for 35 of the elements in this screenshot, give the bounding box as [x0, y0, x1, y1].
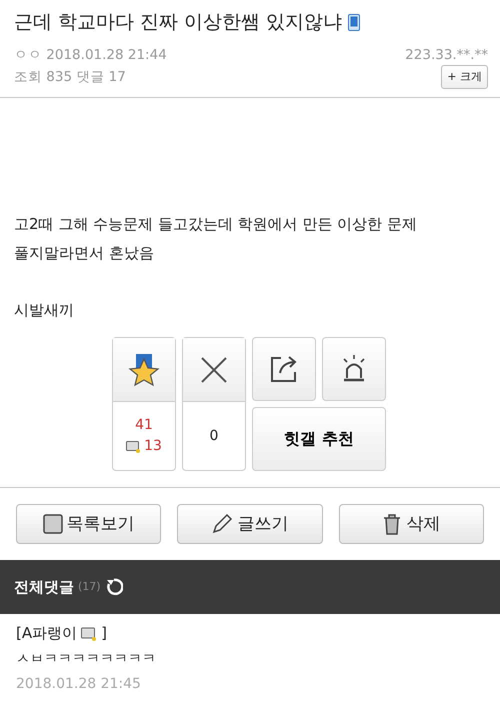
recommend-button[interactable]: 힛갤 추천	[252, 407, 386, 472]
zoom-button[interactable]: + 크게	[441, 64, 488, 90]
report-button[interactable]	[322, 337, 386, 402]
action-button[interactable]: 글쓰기	[177, 504, 323, 544]
comment-text: ㅅㅂㅋㅋㅋㅋㅋㅋㅋㅋ	[16, 650, 157, 669]
list-icon	[42, 514, 63, 534]
star-icon	[128, 352, 160, 387]
comment-date: 2018.01.28 21:45	[16, 674, 142, 694]
trash-icon	[382, 513, 402, 536]
post-title: 근데 학교마다 진짜 이상한쌤 있지않냐	[14, 10, 342, 35]
fixed-user-icon	[81, 626, 98, 640]
view-comment-count: 조회 835 댓글 17	[14, 68, 126, 87]
comments-count: (17)	[78, 579, 101, 595]
comment-author: ]	[101, 623, 107, 644]
upvote-count: 41	[135, 416, 153, 436]
close-icon	[200, 356, 228, 384]
body-text: 시발새끼	[14, 300, 75, 322]
post-author-date: ㅇㅇ 2018.01.28 21:44	[14, 46, 167, 64]
share-icon	[269, 354, 299, 384]
comments-title: 전체댓글	[14, 577, 74, 598]
comment-author: [A파랭이	[16, 623, 78, 644]
body-text: 고2때 그해 수능문제 들고갔는데 학원에서 만든 이상한 문제	[14, 214, 418, 236]
fixed-upvote-count: 13	[144, 437, 162, 456]
ip-address: 223.33.**.**	[405, 46, 488, 64]
refresh-icon	[104, 578, 123, 596]
upvote-button[interactable]	[113, 338, 175, 402]
action-button[interactable]: 목록보기	[16, 504, 162, 544]
action-button[interactable]: 삭제	[338, 504, 484, 544]
share-button[interactable]	[252, 337, 316, 402]
fixed-user-icon	[126, 440, 140, 453]
pencil-icon	[211, 513, 234, 536]
mobile-icon	[348, 14, 360, 31]
downvote-button[interactable]	[183, 338, 245, 402]
downvote-count: 0	[210, 426, 218, 446]
body-text: 풀지말라면서 혼났음	[14, 243, 155, 264]
